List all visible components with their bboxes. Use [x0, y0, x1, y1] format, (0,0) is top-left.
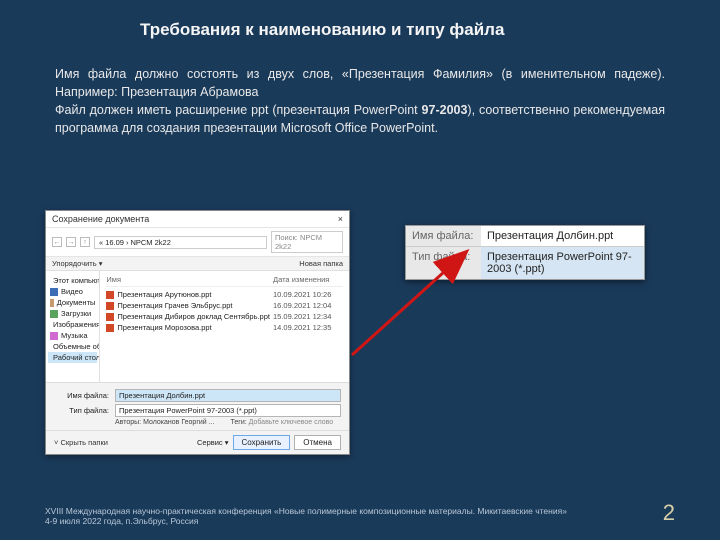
zoom-filename-label: Имя файла:: [406, 226, 481, 246]
save-dialog: Сохранение документа × ← → ↑ « 16.09 › N…: [45, 210, 350, 455]
slide-body: Имя файла должно состоять из двух слов, …: [0, 40, 720, 138]
tools-button[interactable]: Сервис ▾: [197, 438, 229, 447]
zoom-filetype-label: Тип файла:: [406, 247, 481, 279]
tags-value[interactable]: Добавьте ключевое слово: [249, 419, 334, 426]
slide-footer: XVIII Международная научно-практическая …: [45, 500, 675, 526]
body-line2-bold: 97-2003: [422, 103, 468, 117]
file-row[interactable]: Презентация Морозова.ppt14.09.2021 12:35: [106, 322, 343, 333]
zoom-callout: Имя файла: Презентация Долбин.ppt Тип фа…: [405, 225, 645, 280]
video-icon: [50, 288, 58, 296]
documents-icon: [50, 299, 54, 307]
nav-item-3d[interactable]: Объемные объ: [48, 341, 97, 352]
nav-item-images[interactable]: Изображения: [48, 319, 97, 330]
nav-item-video[interactable]: Видео: [48, 286, 97, 297]
body-line1: Имя файла должно состоять из двух слов, …: [55, 67, 665, 99]
filetype-label: Тип файла:: [54, 406, 109, 415]
filename-input[interactable]: Презентация Долбин.ppt: [115, 389, 341, 402]
save-button[interactable]: Сохранить: [233, 435, 291, 450]
slide-title: Требования к наименованию и типу файла: [0, 0, 720, 40]
filename-label: Имя файла:: [54, 391, 109, 400]
footer-line2: 4-9 июля 2022 года, п.Эльбрус, Россия: [45, 516, 567, 526]
nav-item-documents[interactable]: Документы: [48, 297, 97, 308]
nav-pane: Этот компьютер Видео Документы Загрузки …: [46, 271, 100, 382]
crumb-sep: ›: [126, 238, 129, 247]
dialog-title: Сохранение документа: [52, 214, 149, 224]
nav-up-button[interactable]: ↑: [80, 237, 90, 247]
ppt-icon: [106, 302, 114, 310]
organize-button[interactable]: Упорядочить ▾: [52, 259, 102, 268]
downloads-icon: [50, 310, 58, 318]
zoom-filename-value: Презентация Долбин.ppt: [481, 226, 644, 246]
nav-item-desktop[interactable]: Рабочий стол: [48, 352, 97, 363]
footer-line1: XVIII Международная научно-практическая …: [45, 506, 567, 516]
nav-forward-button[interactable]: →: [66, 237, 76, 247]
col-name[interactable]: Имя: [106, 275, 273, 284]
authors-value[interactable]: Молоканов Георгий ...: [143, 419, 214, 426]
col-date[interactable]: Дата изменения: [273, 275, 343, 284]
cancel-button[interactable]: Отмена: [294, 435, 341, 450]
body-line2a: Файл должен иметь расширение ppt (презен…: [55, 103, 422, 117]
nav-back-button[interactable]: ←: [52, 237, 62, 247]
filetype-select[interactable]: Презентация PowerPoint 97-2003 (*.ppt): [115, 404, 341, 417]
ppt-icon: [106, 324, 114, 332]
music-icon: [50, 332, 58, 340]
file-row[interactable]: Презентация Дибиров доклад Сентябрь.ppt1…: [106, 311, 343, 322]
tags-label: Теги:: [230, 419, 246, 426]
crumb-1: 16.09: [105, 238, 124, 247]
file-row[interactable]: Презентация Грачев Эльбрус.ppt16.09.2021…: [106, 300, 343, 311]
zoom-filetype-value: Презентация PowerPoint 97-2003 (*.ppt): [481, 247, 644, 279]
nav-item-this-pc[interactable]: Этот компьютер: [48, 275, 97, 286]
page-number: 2: [663, 500, 675, 526]
close-icon[interactable]: ×: [338, 214, 343, 224]
crumb-2: NPCM 2k22: [130, 238, 170, 247]
search-input[interactable]: Поиск: NPCM 2k22: [271, 231, 343, 253]
hide-folders-toggle[interactable]: ˅ Скрыть папки: [54, 438, 108, 447]
nav-item-downloads[interactable]: Загрузки: [48, 308, 97, 319]
ppt-icon: [106, 313, 114, 321]
authors-label: Авторы:: [115, 419, 141, 426]
file-pane: Имя Дата изменения Презентация Арутюнов.…: [100, 271, 349, 382]
ppt-icon: [106, 291, 114, 299]
nav-item-music[interactable]: Музыка: [48, 330, 97, 341]
file-row[interactable]: Презентация Арутюнов.ppt10.09.2021 10:26: [106, 289, 343, 300]
new-folder-button[interactable]: Новая папка: [299, 259, 343, 268]
breadcrumb[interactable]: « 16.09 › NPCM 2k22: [94, 236, 267, 249]
